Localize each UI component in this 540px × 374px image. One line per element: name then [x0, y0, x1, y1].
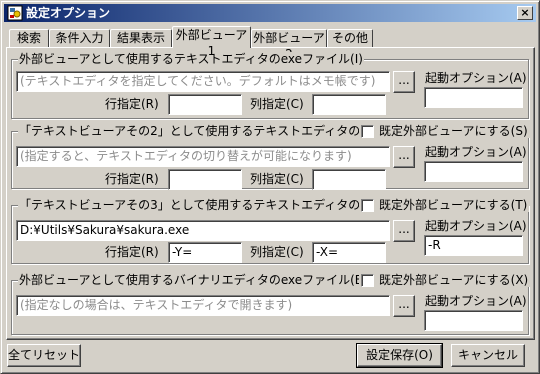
startup-option-label: 起動オプション(A)	[425, 71, 527, 85]
checkbox-box[interactable]	[361, 198, 374, 212]
tab-other[interactable]: その他	[327, 29, 373, 47]
save-settings-button[interactable]: 設定保存(O)	[356, 343, 443, 368]
editor-path-input[interactable]: D:¥Utils¥Sakura¥sakura.exe	[16, 220, 390, 241]
editor-path-input[interactable]: (指定なしの場合は、テキストエディタで開きます)	[16, 295, 390, 316]
path-value: D:¥Utils¥Sakura¥sakura.exe	[20, 223, 190, 237]
editor-path-input[interactable]: (テキストエディタを指定してください。デフォルトはメモ帳です)	[16, 71, 390, 92]
row-input[interactable]	[168, 94, 242, 115]
default-viewer-checkbox[interactable]: 既定外部ビューアにする(S)	[359, 124, 530, 138]
editor-path-input[interactable]: (指定すると、テキストエディタの切り替えが可能になります)	[16, 146, 390, 167]
group-legend: 外部ビューアとして使用するテキストエディタのexeファイル(I)	[18, 52, 364, 66]
startup-option-label: 起動オプション(A)	[425, 294, 527, 308]
startup-option-input[interactable]: -R	[424, 235, 523, 256]
path-placeholder: (指定すると、テキストエディタの切り替えが可能になります)	[20, 149, 352, 163]
startup-option-label: 起動オプション(A)	[425, 145, 527, 159]
checkbox-label: 既定外部ビューアにする(T)	[379, 198, 528, 212]
startup-option-input[interactable]	[424, 161, 523, 182]
checkbox-label: 既定外部ビューアにする(X)	[379, 273, 529, 287]
path-placeholder: (テキストエディタを指定してください。デフォルトはメモ帳です)	[20, 74, 376, 88]
row-label: 行指定(R)	[105, 172, 159, 186]
default-viewer-checkbox[interactable]: 既定外部ビューアにする(T)	[359, 198, 530, 212]
tab-external-viewer-2[interactable]: 外部ビューア2	[251, 29, 327, 61]
startup-option-label: 起動オプション(A)	[425, 219, 527, 233]
reset-all-button[interactable]: 全てリセット	[7, 344, 81, 367]
tab-condition-input[interactable]: 条件入力	[49, 29, 110, 47]
browse-button[interactable]: ...	[393, 220, 415, 242]
browse-button[interactable]: ...	[393, 146, 415, 168]
browse-button[interactable]: ...	[393, 71, 415, 93]
startup-option-input[interactable]	[424, 87, 523, 108]
col-label: 列指定(C)	[250, 97, 304, 111]
row-label: 行指定(R)	[105, 245, 159, 259]
col-input[interactable]	[312, 169, 386, 190]
group-legend: 外部ビューアとして使用するバイナリエディタのexeファイル(B)	[18, 273, 369, 287]
app-icon	[7, 5, 23, 21]
col-input[interactable]: -X=	[312, 242, 386, 263]
tab-result-display[interactable]: 結果表示	[110, 29, 172, 47]
checkbox-label: 既定外部ビューアにする(S)	[379, 124, 528, 138]
browse-button[interactable]: ...	[393, 295, 415, 317]
col-label: 列指定(C)	[250, 245, 304, 259]
checkbox-box[interactable]	[361, 273, 374, 287]
title-bar[interactable]: 設定オプション ×	[4, 4, 536, 22]
col-input[interactable]	[312, 94, 386, 115]
tab-search[interactable]: 検索	[9, 29, 49, 47]
settings-window: 設定オプション × 検索 条件入力 結果表示 外部ビューア1 外部ビューア2 そ…	[0, 0, 540, 374]
tab-external-viewer-1[interactable]: 外部ビューア1	[172, 26, 251, 58]
cancel-button[interactable]: キャンセル	[451, 344, 525, 367]
default-viewer-checkbox[interactable]: 既定外部ビューアにする(X)	[359, 273, 531, 287]
close-icon: ×	[520, 6, 530, 19]
window-title: 設定オプション	[26, 6, 111, 20]
path-placeholder: (指定なしの場合は、テキストエディタで開きます)	[20, 298, 293, 312]
row-input[interactable]	[168, 169, 242, 190]
close-button[interactable]: ×	[517, 6, 533, 20]
checkbox-box[interactable]	[361, 124, 374, 138]
row-label: 行指定(R)	[105, 97, 159, 111]
row-input[interactable]: -Y=	[168, 242, 242, 263]
col-label: 列指定(C)	[250, 172, 304, 186]
startup-option-input[interactable]	[424, 310, 523, 331]
